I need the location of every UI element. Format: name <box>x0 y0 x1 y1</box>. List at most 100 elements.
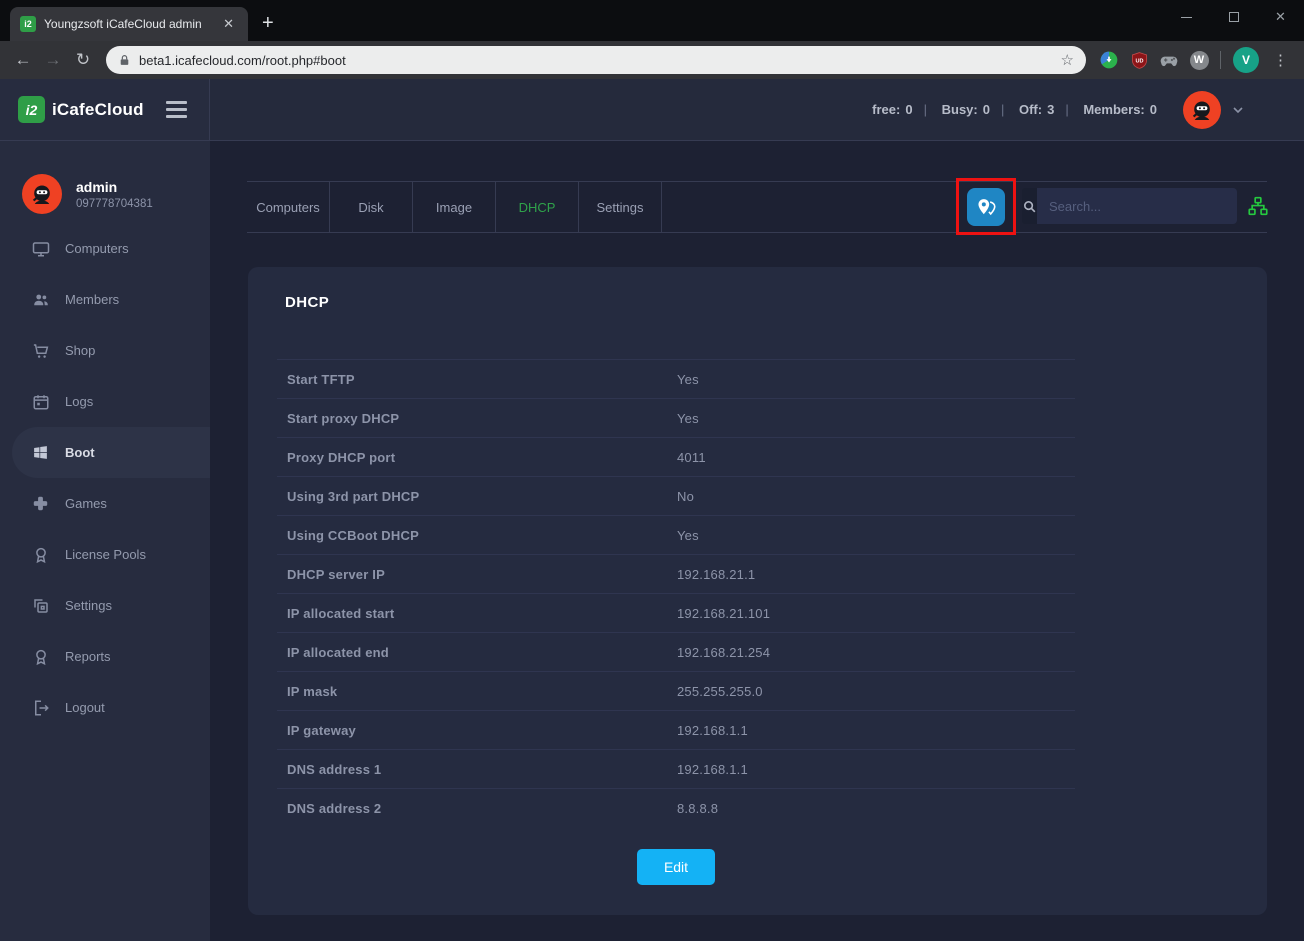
favicon: i2 <box>20 16 36 32</box>
sidebar-item-logout[interactable]: Logout <box>0 682 210 733</box>
row-value: 255.255.255.0 <box>677 684 763 699</box>
row-value: 8.8.8.8 <box>677 801 718 816</box>
brand-name: iCafeCloud <box>52 100 162 120</box>
shield-extension-icon[interactable]: UD <box>1124 51 1154 70</box>
sidebar-item-games[interactable]: Games <box>0 478 210 529</box>
gamepad-extension-icon[interactable] <box>1154 50 1184 70</box>
header-stat-free: free:0 <box>872 102 912 117</box>
row-label: Using 3rd part DHCP <box>277 489 677 504</box>
minimize-button[interactable] <box>1163 0 1210 34</box>
row-label: Start proxy DHCP <box>277 411 677 426</box>
url-bar[interactable]: beta1.icafecloud.com/root.php#boot ☆ <box>106 46 1086 74</box>
edit-button[interactable]: Edit <box>637 849 715 885</box>
user-phone: 097778704381 <box>76 198 153 210</box>
reload-button[interactable]: ↻ <box>68 50 98 70</box>
sidebar-user-block: admin 097778704381 <box>0 141 210 223</box>
sidebar-item-computers[interactable]: Computers <box>0 223 210 274</box>
monitor-icon <box>32 240 50 258</box>
table-row-ip-gateway: IP gateway 192.168.1.1 <box>277 710 1075 749</box>
network-sitemap-button[interactable] <box>1240 188 1276 224</box>
row-value: No <box>677 489 694 504</box>
back-button[interactable]: ← <box>8 50 38 70</box>
header-user-avatar[interactable] <box>1183 91 1221 129</box>
sidebar-item-logs[interactable]: Logs <box>0 376 210 427</box>
new-tab-button[interactable]: + <box>262 12 274 35</box>
browser-tabstrip: i2 Youngzsoft iCafeCloud admin ✕ + ✕ <box>0 0 1304 41</box>
sidebar-item-shop[interactable]: Shop <box>0 325 210 376</box>
bookmark-star-icon[interactable]: ☆ <box>1061 51 1074 69</box>
w-extension-icon[interactable]: W <box>1184 51 1214 70</box>
download-manager-extension-icon[interactable] <box>1094 50 1124 70</box>
app-header: i2 iCafeCloud free:0 Busy:0 Off:3 Member… <box>0 79 1304 141</box>
calendar-icon <box>32 393 50 411</box>
edit-button-row: Edit <box>277 849 1075 885</box>
close-button[interactable]: ✕ <box>1257 0 1304 34</box>
sidebar-item-reports[interactable]: Reports <box>0 631 210 682</box>
sitemap-icon <box>1248 196 1268 216</box>
window-controls: ✕ <box>1163 0 1304 34</box>
table-row-ip-mask: IP mask 255.255.255.0 <box>277 671 1075 710</box>
row-label: DNS address 2 <box>277 801 677 816</box>
tab-disk[interactable]: Disk <box>330 182 413 232</box>
search-box <box>1022 188 1218 224</box>
maximize-icon <box>1229 12 1239 22</box>
forward-button[interactable]: → <box>38 50 68 70</box>
card-title: DHCP <box>285 294 329 311</box>
table-row-dns-address-2: DNS address 2 8.8.8.8 <box>277 788 1075 827</box>
table-row-dns-address-1: DNS address 1 192.168.1.1 <box>277 749 1075 788</box>
tab-dhcp[interactable]: DHCP <box>496 182 579 232</box>
tab-close-icon[interactable]: ✕ <box>219 16 238 32</box>
tab-computers[interactable]: Computers <box>247 182 330 232</box>
browser-toolbar: ← → ↻ beta1.icafecloud.com/root.php#boot… <box>0 41 1304 79</box>
search-input[interactable] <box>1037 188 1237 224</box>
tab-image[interactable]: Image <box>413 182 496 232</box>
status-counters: free:0 Busy:0 Off:3 Members:0 <box>872 102 1157 117</box>
sidebar-item-license-pools[interactable]: License Pools <box>0 529 210 580</box>
sidebar-item-boot[interactable]: Boot <box>12 427 210 478</box>
row-label: IP gateway <box>277 723 677 738</box>
sidebar: admin 097778704381 Computers Members Sho… <box>0 141 210 941</box>
close-icon: ✕ <box>1275 9 1286 25</box>
browser-profile-avatar[interactable]: V <box>1233 47 1259 73</box>
header-stat-members: Members:0 <box>1054 102 1157 117</box>
row-label: IP allocated end <box>277 645 677 660</box>
people-icon <box>32 291 50 309</box>
medal-icon <box>32 648 50 666</box>
browser-tab[interactable]: i2 Youngzsoft iCafeCloud admin ✕ <box>10 7 248 41</box>
row-value: Yes <box>677 372 699 387</box>
table-row-ip-allocated-end: IP allocated end 192.168.21.254 <box>277 632 1075 671</box>
row-value: 192.168.1.1 <box>677 723 748 738</box>
row-value: 192.168.1.1 <box>677 762 748 777</box>
medal-icon <box>32 546 50 564</box>
dhcp-card: DHCP Start TFTP Yes Start proxy DHCP Yes… <box>248 267 1267 915</box>
logout-icon <box>32 699 50 717</box>
location-pin-button[interactable] <box>967 188 1005 226</box>
cart-icon <box>32 342 50 360</box>
maximize-button[interactable] <box>1210 0 1257 34</box>
row-label: IP allocated start <box>277 606 677 621</box>
dhcp-table: Start TFTP Yes Start proxy DHCP Yes Prox… <box>277 359 1075 827</box>
user-name: admin <box>76 179 153 195</box>
logo-zone: i2 iCafeCloud <box>0 79 210 140</box>
sidebar-item-members[interactable]: Members <box>0 274 210 325</box>
browser-window: i2 Youngzsoft iCafeCloud admin ✕ + ✕ ← →… <box>0 0 1304 941</box>
row-value: 192.168.21.101 <box>677 606 770 621</box>
browser-tab-title: Youngzsoft iCafeCloud admin <box>44 17 211 31</box>
app-page: i2 iCafeCloud free:0 Busy:0 Off:3 Member… <box>0 79 1304 941</box>
sidebar-menu: Computers Members Shop Logs Boot <box>0 223 210 733</box>
hamburger-menu-icon[interactable] <box>162 97 191 122</box>
row-label: DHCP server IP <box>277 567 677 582</box>
row-value: 192.168.21.1 <box>677 567 755 582</box>
minimize-icon <box>1181 17 1192 18</box>
sidebar-item-settings[interactable]: Settings <box>0 580 210 631</box>
row-label: Using CCBoot DHCP <box>277 528 677 543</box>
map-pin-icon <box>975 196 998 219</box>
windows-icon <box>32 444 50 462</box>
browser-menu-icon[interactable]: ⋮ <box>1273 51 1288 69</box>
chevron-down-icon[interactable] <box>1230 102 1246 118</box>
header-stat-busy: Busy:0 <box>913 102 990 117</box>
url-text: beta1.icafecloud.com/root.php#boot <box>139 53 1053 68</box>
table-row-using-3rd-part-dhcp: Using 3rd part DHCP No <box>277 476 1075 515</box>
tab-settings[interactable]: Settings <box>579 182 662 232</box>
toolbar-separator <box>1220 51 1221 69</box>
